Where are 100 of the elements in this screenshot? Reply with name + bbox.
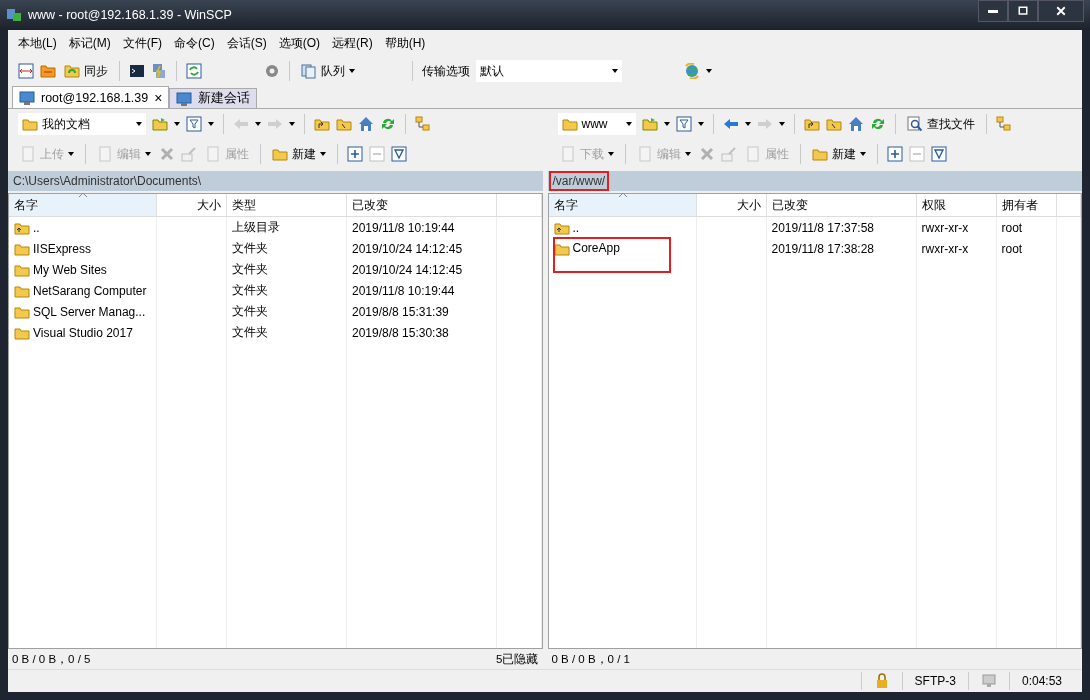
folder-icon (561, 116, 578, 132)
parent-folder-icon[interactable] (314, 116, 330, 132)
table-cell: 2019/8/8 15:30:38 (347, 322, 497, 343)
column-header[interactable]: 大小 (696, 194, 767, 216)
table-cell: 2019/11/8 10:19:44 (347, 217, 497, 238)
refresh-icon[interactable] (380, 116, 396, 132)
caret-icon[interactable] (320, 152, 326, 156)
find-files-button[interactable]: 查找文件 (904, 114, 977, 134)
file-name[interactable]: My Web Sites (14, 261, 107, 278)
sync-folders-icon[interactable] (40, 63, 56, 79)
terminal-icon[interactable] (129, 63, 145, 79)
table-cell: root (996, 238, 1057, 259)
caret-icon[interactable] (778, 122, 785, 126)
menu-item[interactable]: 文件(F) (122, 35, 162, 51)
close-button[interactable] (1038, 0, 1084, 22)
column-header[interactable]: 名字 (9, 194, 157, 216)
column-header[interactable]: 拥有者 (996, 194, 1057, 216)
selection-status: 0 B / 0 B，0 / 5 (12, 651, 91, 667)
document-icon (636, 146, 653, 162)
table-cell: 2019/11/8 17:38:28 (766, 238, 917, 259)
menu-item[interactable]: 选项(O) (278, 35, 320, 51)
table-cell: 文件夹 (227, 259, 347, 280)
globe-sync-icon[interactable] (684, 63, 700, 79)
monitor-icon (19, 89, 35, 106)
filter-icon[interactable] (186, 116, 202, 132)
close-tab-icon[interactable]: × (154, 89, 163, 106)
queue-icon (301, 63, 317, 79)
maximize-button[interactable] (1008, 0, 1038, 22)
sync-button[interactable]: 同步 (62, 61, 110, 81)
filter-icon[interactable] (675, 116, 692, 132)
document-icon (97, 146, 113, 162)
menu-item[interactable]: 命令(C) (174, 35, 215, 51)
home-icon[interactable] (358, 116, 374, 132)
compare-icon[interactable] (18, 63, 34, 79)
column-header[interactable]: 已改变 (347, 194, 497, 216)
location-dropdown[interactable]: www (557, 113, 636, 135)
file-name[interactable]: IISExpress (14, 240, 92, 257)
session-tab[interactable]: root@192.168.1.39 × (12, 86, 170, 108)
queue-button[interactable]: 队列 (299, 61, 357, 81)
open-folder-icon[interactable] (641, 116, 658, 132)
settings-icon[interactable] (264, 63, 280, 79)
new-session-icon (176, 90, 193, 107)
caret-icon[interactable] (625, 122, 632, 126)
caret-icon[interactable] (136, 122, 142, 126)
file-name[interactable]: NetSarang Computer (14, 282, 147, 299)
caret-icon[interactable] (289, 122, 295, 126)
column-header[interactable]: 名字 (548, 194, 697, 216)
filter-icon[interactable] (930, 146, 947, 162)
file-name[interactable]: .. (14, 219, 40, 236)
minimize-button[interactable] (978, 0, 1008, 22)
select-icon[interactable] (886, 146, 903, 162)
refresh-icon[interactable] (869, 116, 886, 132)
path-text: C:\Users\Administrator\Documents\ (12, 173, 203, 189)
caret-icon[interactable] (744, 122, 751, 126)
session-time: 0:04:53 (1021, 674, 1062, 688)
caret-icon[interactable] (349, 69, 355, 73)
column-header[interactable]: 大小 (157, 194, 227, 216)
menu-item[interactable]: 本地(L) (18, 35, 57, 51)
menu-item[interactable]: 标记(M) (68, 35, 111, 51)
file-name[interactable]: SQL Server Manag... (14, 303, 146, 320)
tree-icon[interactable] (995, 116, 1012, 132)
transfer-settings-dropdown[interactable]: 默认 (476, 60, 622, 82)
caret-icon[interactable] (697, 122, 704, 126)
file-name[interactable]: CoreApp (553, 238, 670, 272)
file-name[interactable]: .. (553, 219, 580, 236)
menu-item[interactable]: 远程(R) (332, 35, 373, 51)
column-header[interactable]: 权限 (916, 194, 997, 216)
caret-icon[interactable] (663, 122, 670, 126)
column-header[interactable]: 类型 (227, 194, 347, 216)
document-icon (559, 146, 576, 162)
toolbar-button[interactable]: 新建 (270, 144, 328, 164)
new-folder-icon[interactable] (272, 146, 288, 162)
file-name[interactable]: Visual Studio 2017 (14, 324, 133, 341)
new-folder-icon[interactable] (811, 146, 828, 162)
caret-icon[interactable] (859, 152, 866, 156)
home-icon[interactable] (847, 116, 864, 132)
root-folder-icon[interactable] (825, 116, 842, 132)
parent-folder-icon[interactable] (803, 116, 820, 132)
session-tab[interactable]: 新建会话 (169, 88, 258, 108)
toolbar-button[interactable]: 新建 (809, 144, 868, 164)
caret-icon[interactable] (174, 122, 180, 126)
back-arrow-icon[interactable] (722, 116, 739, 132)
table-cell: rwxr-xr-x (916, 238, 997, 259)
caret-icon[interactable] (706, 69, 712, 73)
caret-icon[interactable] (612, 69, 618, 73)
refresh-panel-icon[interactable] (186, 63, 202, 79)
selection-status: 0 B / 0 B，0 / 1 (551, 651, 630, 667)
select-icon[interactable] (347, 146, 363, 162)
tree-icon[interactable] (415, 116, 431, 132)
table-cell: 2019/11/8 17:37:58 (766, 217, 917, 238)
column-header[interactable]: 已改变 (766, 194, 917, 216)
caret-icon[interactable] (208, 122, 214, 126)
open-folder-icon[interactable] (152, 116, 168, 132)
caret-icon[interactable] (255, 122, 261, 126)
root-folder-icon[interactable] (336, 116, 352, 132)
menu-item[interactable]: 帮助(H) (384, 35, 426, 51)
menu-item[interactable]: 会话(S) (226, 35, 267, 51)
filter-icon[interactable] (391, 146, 407, 162)
sync-icon (64, 63, 80, 79)
location-dropdown[interactable]: 我的文档 (18, 113, 146, 135)
